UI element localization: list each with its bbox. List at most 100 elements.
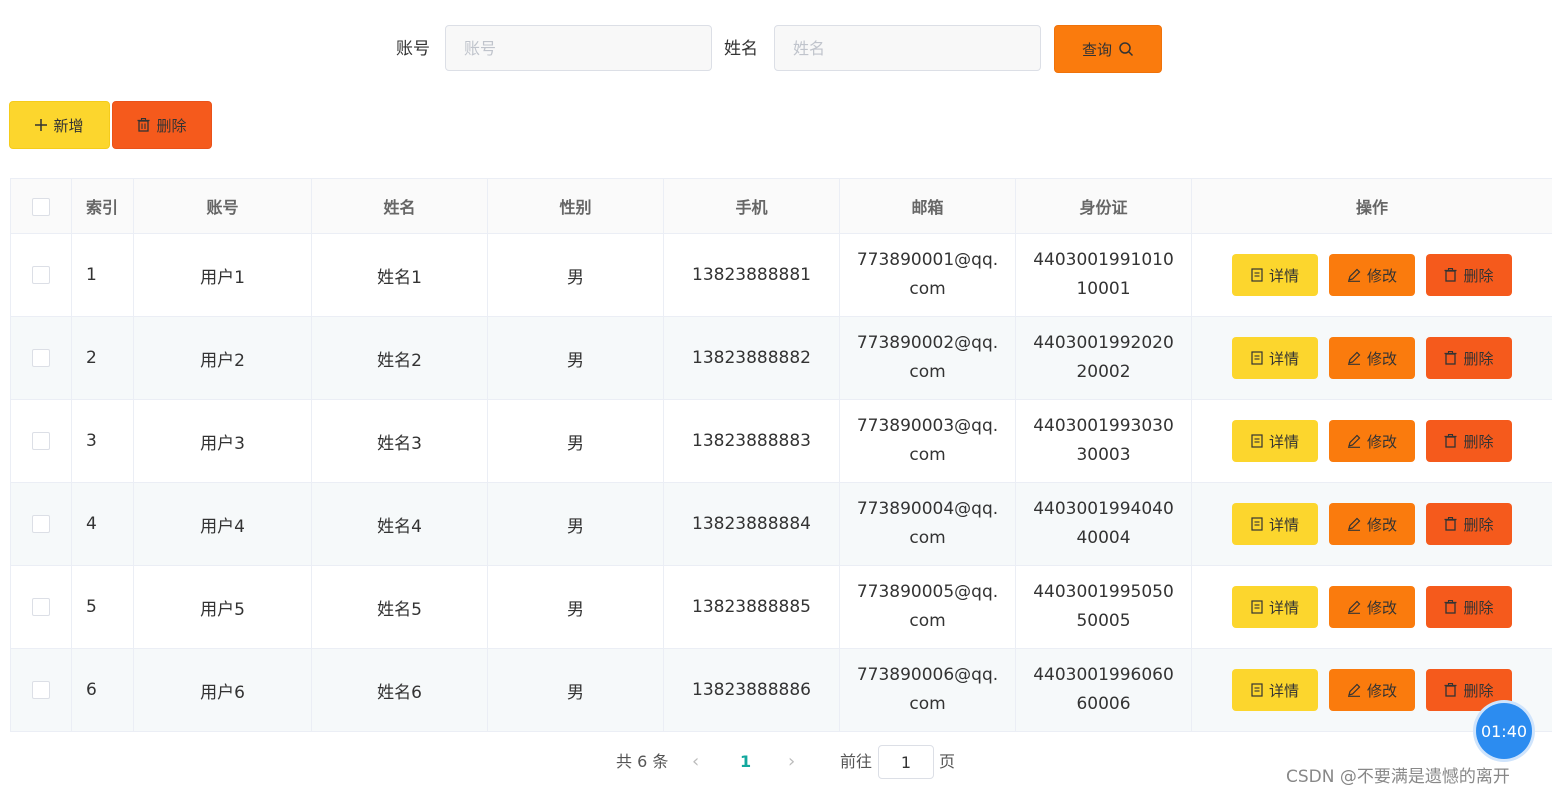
cell-email: 773890004@qq.com	[839, 482, 1016, 566]
header-actions: 操作	[1191, 178, 1552, 234]
plus-icon	[35, 119, 48, 131]
page-number-current[interactable]: 1	[740, 749, 751, 775]
edit-label: 修改	[1366, 515, 1397, 534]
cell-gender: 男	[487, 233, 664, 317]
detail-label: 详情	[1268, 681, 1299, 700]
detail-button[interactable]: 详情	[1232, 586, 1318, 628]
edit-label: 修改	[1366, 349, 1397, 368]
row-select-cell[interactable]	[10, 482, 72, 566]
detail-button[interactable]: 详情	[1232, 420, 1318, 462]
document-icon	[1251, 600, 1263, 614]
delete-label: 删除	[1463, 349, 1494, 368]
prev-page-icon[interactable]: ‹	[692, 749, 699, 775]
row-checkbox[interactable]	[32, 681, 50, 699]
cell-actions: 详情 修改 删除	[1191, 482, 1552, 566]
delete-label: 删除	[1463, 432, 1494, 451]
row-checkbox[interactable]	[32, 349, 50, 367]
timer-badge: 01:40	[1476, 703, 1532, 759]
cell-account: 用户3	[133, 399, 312, 483]
row-checkbox[interactable]	[32, 515, 50, 533]
select-all-cell[interactable]	[10, 178, 72, 234]
cell-phone: 13823888884	[663, 482, 840, 566]
cell-name: 姓名2	[311, 316, 488, 400]
select-all-checkbox[interactable]	[32, 197, 50, 216]
pencil-icon	[1347, 683, 1361, 697]
row-select-cell[interactable]	[10, 399, 72, 483]
detail-label: 详情	[1268, 598, 1299, 617]
table-row: 2 用户2 姓名2 男 13823888882 773890002@qq.com…	[10, 316, 1552, 400]
edit-label: 修改	[1366, 681, 1397, 700]
cell-index: 2	[71, 316, 134, 400]
page-suffix: 页	[939, 752, 956, 771]
document-icon	[1251, 351, 1263, 365]
cell-name: 姓名1	[311, 233, 488, 317]
row-select-cell[interactable]	[10, 316, 72, 400]
delete-button[interactable]: 删除	[1426, 586, 1512, 628]
table-row: 3 用户3 姓名3 男 13823888883 773890003@qq.com…	[10, 399, 1552, 483]
cell-name: 姓名5	[311, 565, 488, 649]
name-label: 姓名	[724, 39, 758, 59]
pencil-icon	[1347, 268, 1361, 282]
row-checkbox[interactable]	[32, 432, 50, 450]
cell-phone: 13823888885	[663, 565, 840, 649]
name-search-input[interactable]	[774, 25, 1041, 71]
edit-label: 修改	[1366, 266, 1397, 285]
row-select-cell[interactable]	[10, 648, 72, 732]
table-row: 4 用户4 姓名4 男 13823888884 773890004@qq.com…	[10, 482, 1552, 566]
delete-button[interactable]: 删除	[1426, 420, 1512, 462]
edit-button[interactable]: 修改	[1329, 420, 1415, 462]
header-name: 姓名	[311, 178, 488, 234]
table-header-row: 索引 账号 姓名 性别 手机 邮箱 身份证 操作	[10, 178, 1552, 234]
cell-phone: 13823888883	[663, 399, 840, 483]
cell-gender: 男	[487, 316, 664, 400]
edit-button[interactable]: 修改	[1329, 254, 1415, 296]
cell-id-card: 440300199303030003	[1015, 399, 1192, 483]
cell-gender: 男	[487, 399, 664, 483]
cell-id-card: 440300199404040004	[1015, 482, 1192, 566]
query-button[interactable]: 查询	[1054, 25, 1162, 73]
edit-button[interactable]: 修改	[1329, 503, 1415, 545]
next-page-icon[interactable]: ›	[788, 749, 795, 775]
row-checkbox[interactable]	[32, 598, 50, 616]
header-index: 索引	[71, 178, 134, 234]
detail-button[interactable]: 详情	[1232, 254, 1318, 296]
row-select-cell[interactable]	[10, 565, 72, 649]
cell-email: 773890001@qq.com	[839, 233, 1016, 317]
table-row: 5 用户5 姓名5 男 13823888885 773890005@qq.com…	[10, 565, 1552, 649]
account-search-input[interactable]	[445, 25, 712, 71]
cell-gender: 男	[487, 482, 664, 566]
detail-button[interactable]: 详情	[1232, 503, 1318, 545]
table-row: 6 用户6 姓名6 男 13823888886 773890006@qq.com…	[10, 648, 1552, 732]
document-icon	[1251, 268, 1263, 282]
document-icon	[1251, 517, 1263, 531]
edit-button[interactable]: 修改	[1329, 669, 1415, 711]
delete-button[interactable]: 删除	[1426, 337, 1512, 379]
detail-label: 详情	[1268, 515, 1299, 534]
add-button[interactable]: 新增	[9, 101, 110, 149]
trash-icon	[1444, 683, 1457, 697]
trash-icon	[1444, 434, 1457, 448]
header-email: 邮箱	[839, 178, 1016, 234]
edit-button[interactable]: 修改	[1329, 586, 1415, 628]
detail-button[interactable]: 详情	[1232, 337, 1318, 379]
delete-button[interactable]: 删除	[1426, 503, 1512, 545]
trash-icon	[1444, 268, 1457, 282]
cell-account: 用户5	[133, 565, 312, 649]
row-select-cell[interactable]	[10, 233, 72, 317]
pencil-icon	[1347, 434, 1361, 448]
cell-email: 773890002@qq.com	[839, 316, 1016, 400]
watermark: CSDN @不要满是遗憾的离开	[1286, 767, 1510, 787]
row-checkbox[interactable]	[32, 266, 50, 284]
delete-button[interactable]: 删除	[1426, 254, 1512, 296]
bulk-delete-button[interactable]: 删除	[112, 101, 212, 149]
cell-id-card: 440300199505050005	[1015, 565, 1192, 649]
detail-button[interactable]: 详情	[1232, 669, 1318, 711]
trash-icon	[137, 118, 150, 132]
cell-actions: 详情 修改 删除	[1191, 565, 1552, 649]
goto-page-input[interactable]	[878, 745, 934, 779]
account-label: 账号	[396, 39, 430, 59]
cell-gender: 男	[487, 648, 664, 732]
cell-id-card: 440300199202020002	[1015, 316, 1192, 400]
trash-icon	[1444, 600, 1457, 614]
edit-button[interactable]: 修改	[1329, 337, 1415, 379]
